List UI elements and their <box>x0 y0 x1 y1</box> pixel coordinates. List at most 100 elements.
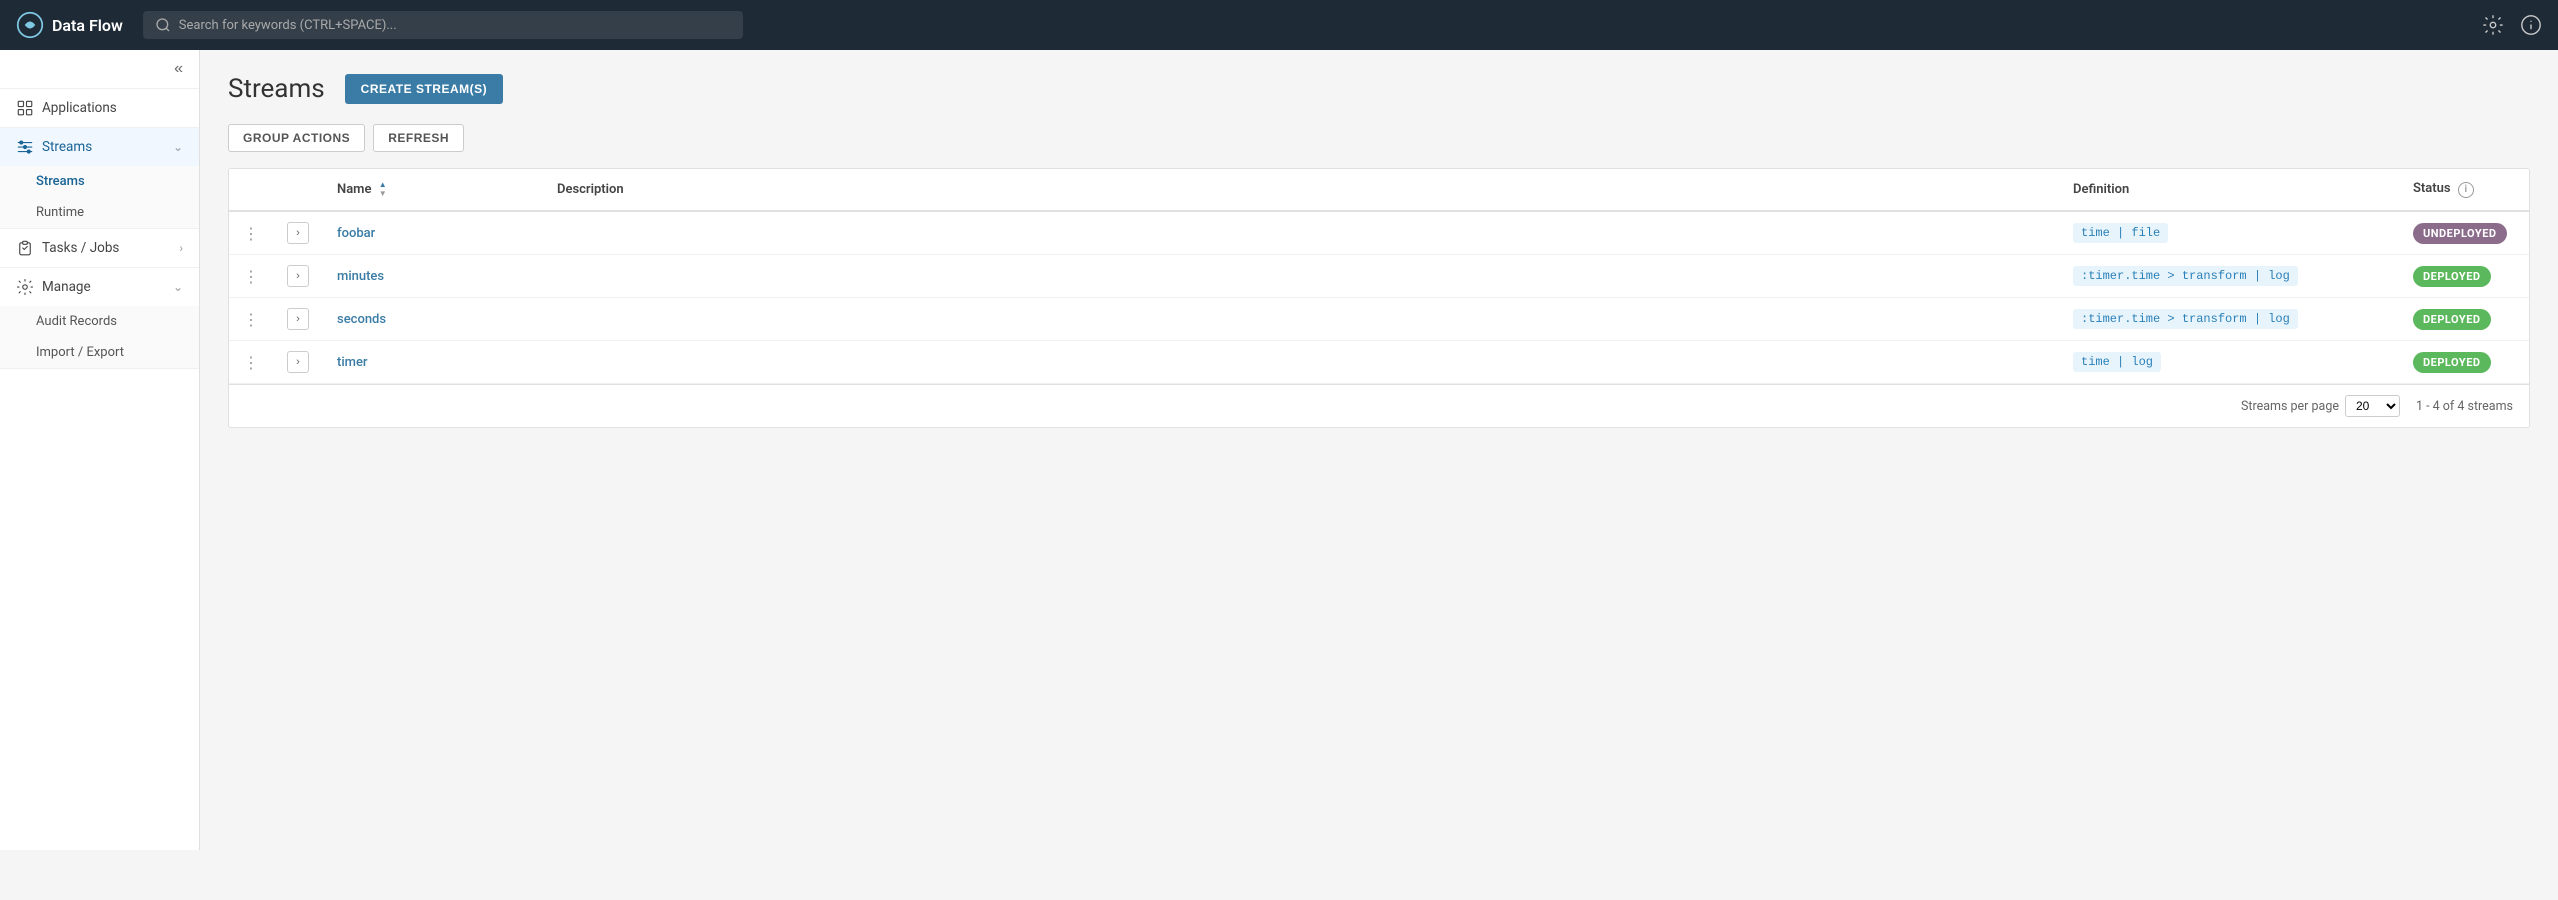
tasks-chevron: › <box>179 241 183 255</box>
create-streams-button[interactable]: CREATE STREAM(S) <box>345 74 503 104</box>
settings-icon[interactable] <box>2482 14 2504 36</box>
row-def-2: :timer.time > transform | log <box>2059 255 2399 298</box>
stream-name-link-3[interactable]: seconds <box>337 312 386 327</box>
per-page-select[interactable]: 10 20 50 100 <box>2345 395 2400 417</box>
definition-tag-4: time | log <box>2073 352 2161 372</box>
collapse-button[interactable]: « <box>170 58 187 80</box>
sidebar-sub-audit-label: Audit Records <box>36 314 117 329</box>
app-title: Data Flow <box>52 16 123 35</box>
topbar-icons <box>2482 14 2542 36</box>
row-status-1: UNDEPLOYED <box>2399 211 2529 255</box>
sidebar-sub-manage: Audit Records Import / Export <box>0 306 199 368</box>
refresh-button[interactable]: REFRESH <box>373 124 464 152</box>
row-desc-2 <box>543 255 2059 298</box>
table-row: ⋮ › timer time | log DEPLOYED <box>229 341 2529 384</box>
status-info-icon[interactable]: i <box>2458 182 2474 198</box>
row-dots-4[interactable]: ⋮ <box>229 341 273 384</box>
expand-button-1[interactable]: › <box>287 222 309 244</box>
row-name-2: minutes <box>323 255 543 298</box>
table-row: ⋮ › foobar time | file UNDEPLOYED <box>229 211 2529 255</box>
group-actions-button[interactable]: GROUP ACTIONS <box>228 124 365 152</box>
per-page-control: Streams per page 10 20 50 100 <box>2241 395 2400 417</box>
status-badge-4: DEPLOYED <box>2413 352 2491 373</box>
sidebar-item-applications[interactable]: Applications <box>0 89 199 127</box>
sidebar-section-streams: Streams ⌄ Streams Runtime <box>0 128 199 229</box>
page-title: Streams <box>228 74 325 104</box>
th-expand <box>273 169 323 211</box>
pagination-text: 1 - 4 of 4 streams <box>2416 399 2513 414</box>
toolbar: GROUP ACTIONS REFRESH <box>228 124 2530 152</box>
table-footer: Streams per page 10 20 50 100 1 - 4 of 4… <box>229 384 2529 427</box>
streams-table-container: Name ▲ ▼ Description Definition Status i <box>228 168 2530 428</box>
sidebar-item-streams[interactable]: Streams ⌄ <box>0 128 199 166</box>
definition-tag-1: time | file <box>2073 223 2168 243</box>
row-def-1: time | file <box>2059 211 2399 255</box>
sidebar-item-streams-label: Streams <box>42 139 165 155</box>
expand-button-3[interactable]: › <box>287 308 309 330</box>
sidebar-item-streams-list[interactable]: Streams <box>0 166 199 197</box>
main-content: Streams CREATE STREAM(S) GROUP ACTIONS R… <box>200 50 2558 850</box>
row-desc-4 <box>543 341 2059 384</box>
row-expand-4[interactable]: › <box>273 341 323 384</box>
th-dots <box>229 169 273 211</box>
expand-button-4[interactable]: › <box>287 351 309 373</box>
sidebar-sub-streams: Streams Runtime <box>0 166 199 228</box>
sidebar-item-import-export[interactable]: Import / Export <box>0 337 199 368</box>
row-dots-3[interactable]: ⋮ <box>229 298 273 341</box>
search-icon <box>155 17 171 33</box>
info-icon[interactable] <box>2520 14 2542 36</box>
row-expand-2[interactable]: › <box>273 255 323 298</box>
sidebar-collapse-btn[interactable]: « <box>0 50 199 89</box>
per-page-label: Streams per page <box>2241 399 2339 414</box>
sidebar-item-applications-label: Applications <box>42 100 183 116</box>
sidebar-section-tasks: Tasks / Jobs › <box>0 229 199 268</box>
topbar: Data Flow Search for keywords (CTRL+SPAC… <box>0 0 2558 50</box>
row-status-4: DEPLOYED <box>2399 341 2529 384</box>
sort-icons-name[interactable]: ▲ ▼ <box>379 181 387 198</box>
stream-name-link-1[interactable]: foobar <box>337 226 375 241</box>
manage-chevron: ⌄ <box>173 280 183 294</box>
row-name-1: foobar <box>323 211 543 255</box>
manage-icon <box>16 278 34 296</box>
sidebar-item-manage-label: Manage <box>42 279 165 295</box>
expand-button-2[interactable]: › <box>287 265 309 287</box>
sidebar-item-tasks[interactable]: Tasks / Jobs › <box>0 229 199 267</box>
row-status-2: DEPLOYED <box>2399 255 2529 298</box>
row-def-3: :timer.time > transform | log <box>2059 298 2399 341</box>
search-placeholder: Search for keywords (CTRL+SPACE)... <box>179 18 397 33</box>
th-name[interactable]: Name ▲ ▼ <box>323 169 543 211</box>
row-expand-1[interactable]: › <box>273 211 323 255</box>
row-name-3: seconds <box>323 298 543 341</box>
status-badge-2: DEPLOYED <box>2413 266 2491 287</box>
status-badge-1: UNDEPLOYED <box>2413 223 2507 244</box>
stream-name-link-4[interactable]: timer <box>337 355 368 370</box>
sidebar-item-runtime[interactable]: Runtime <box>0 197 199 228</box>
app-logo[interactable]: Data Flow <box>16 11 123 39</box>
search-bar[interactable]: Search for keywords (CTRL+SPACE)... <box>143 11 743 39</box>
sidebar-item-audit-records[interactable]: Audit Records <box>0 306 199 337</box>
sidebar-section-applications: Applications <box>0 89 199 128</box>
streams-table: Name ▲ ▼ Description Definition Status i <box>229 169 2529 384</box>
sidebar-sub-import-export-label: Import / Export <box>36 345 124 360</box>
stream-name-link-2[interactable]: minutes <box>337 269 384 284</box>
row-status-3: DEPLOYED <box>2399 298 2529 341</box>
sidebar-sub-streams-label: Streams <box>36 174 85 189</box>
definition-tag-2: :timer.time > transform | log <box>2073 266 2298 286</box>
table-row: ⋮ › minutes :timer.time > transform | lo… <box>229 255 2529 298</box>
streams-table-body: ⋮ › foobar time | file UNDEPLOYED ⋮ › mi… <box>229 211 2529 384</box>
sidebar-item-tasks-label: Tasks / Jobs <box>42 240 171 256</box>
row-def-4: time | log <box>2059 341 2399 384</box>
sort-desc-icon: ▼ <box>379 190 387 198</box>
sidebar-section-manage: Manage ⌄ Audit Records Import / Export <box>0 268 199 369</box>
sidebar-item-manage[interactable]: Manage ⌄ <box>0 268 199 306</box>
table-row: ⋮ › seconds :timer.time > transform | lo… <box>229 298 2529 341</box>
row-desc-1 <box>543 211 2059 255</box>
row-expand-3[interactable]: › <box>273 298 323 341</box>
row-dots-1[interactable]: ⋮ <box>229 211 273 255</box>
row-dots-2[interactable]: ⋮ <box>229 255 273 298</box>
tasks-icon <box>16 239 34 257</box>
row-name-4: timer <box>323 341 543 384</box>
th-description: Description <box>543 169 2059 211</box>
row-desc-3 <box>543 298 2059 341</box>
sidebar-sub-runtime-label: Runtime <box>36 205 84 220</box>
